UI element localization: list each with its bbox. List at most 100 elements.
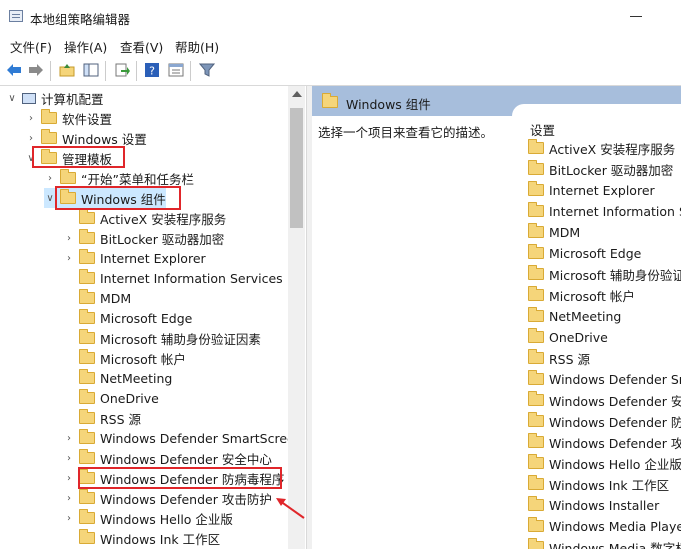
show-hide-tree-icon[interactable]	[82, 61, 100, 79]
toolbar: ?	[0, 56, 681, 86]
toolbar-separator	[50, 61, 51, 81]
tree-item-label: “开始”菜单和任务栏	[81, 171, 194, 187]
tree-scrollbar[interactable]	[288, 86, 305, 549]
settings-list-item[interactable]: NetMeeting	[528, 306, 621, 326]
computer-icon	[22, 92, 36, 104]
settings-list-item[interactable]: Windows Media Player	[528, 516, 681, 536]
folder-icon	[528, 286, 544, 301]
tree-item[interactable]: ∨ 管理模板	[25, 148, 112, 168]
folder-icon	[79, 289, 95, 304]
expand-chevron-icon[interactable]: ›	[63, 253, 75, 264]
folder-icon	[79, 469, 95, 484]
settings-item-label: Windows Ink 工作区	[549, 477, 670, 493]
collapse-chevron-icon[interactable]: ∨	[6, 93, 18, 104]
minimize-button[interactable]	[630, 16, 642, 17]
tree-item[interactable]: Windows Ink 工作区	[63, 528, 220, 548]
back-arrow-icon[interactable]	[5, 61, 23, 79]
forward-arrow-icon[interactable]	[27, 61, 45, 79]
filter-icon[interactable]	[198, 61, 216, 79]
tree-item[interactable]: RSS 源	[63, 408, 141, 428]
collapse-chevron-icon[interactable]: ∨	[44, 193, 56, 204]
folder-icon	[79, 229, 95, 244]
tree-item[interactable]: › Windows Defender 防病毒程序	[63, 468, 284, 488]
expand-chevron-icon[interactable]: ›	[63, 473, 75, 484]
settings-list-item[interactable]: OneDrive	[528, 327, 608, 347]
tree-item-label: MDM	[100, 290, 132, 306]
tree-item[interactable]: Microsoft 辅助身份验证因素	[63, 328, 261, 348]
tree-item[interactable]: › Windows 设置	[25, 128, 147, 148]
tree-item[interactable]: › 软件设置	[25, 108, 112, 128]
tree-item[interactable]: Microsoft 帐户	[63, 348, 186, 368]
settings-list-item[interactable]: MDM	[528, 222, 580, 242]
menu-view[interactable]: 查看(V)	[120, 37, 163, 56]
settings-column-header[interactable]: 设置	[530, 120, 555, 139]
details-pane: Windows 组件 选择一个项目来查看它的描述。 设置 ActiveX 安装程…	[312, 86, 681, 549]
tree-item[interactable]: Microsoft Edge	[63, 308, 192, 328]
tree-item[interactable]: ActiveX 安装程序服务	[63, 208, 226, 228]
expand-chevron-icon[interactable]: ›	[63, 513, 75, 524]
settings-list-item[interactable]: Windows Defender 安全	[528, 390, 681, 410]
tree-item[interactable]: ∨ Windows 组件	[44, 188, 166, 208]
tree-item-label: Windows 设置	[62, 131, 147, 147]
expand-chevron-icon[interactable]: ›	[25, 113, 37, 124]
settings-item-label: Windows Defender 攻击	[549, 435, 681, 451]
collapse-chevron-icon[interactable]: ∨	[25, 153, 37, 164]
tree-item[interactable]: › Windows Defender 攻击防护	[63, 488, 272, 508]
settings-list-item[interactable]: Microsoft Edge	[528, 243, 641, 263]
settings-list-item[interactable]: Windows Media 数字权	[528, 537, 681, 549]
folder-icon	[528, 496, 544, 511]
folder-icon	[528, 139, 544, 154]
settings-list-item[interactable]: BitLocker 驱动器加密	[528, 159, 673, 179]
expand-chevron-icon[interactable]: ›	[44, 173, 56, 184]
expand-chevron-icon[interactable]: ›	[63, 233, 75, 244]
menu-action[interactable]: 操作(A)	[64, 37, 107, 56]
expand-chevron-icon[interactable]: ›	[25, 133, 37, 144]
tree-item-label: OneDrive	[100, 390, 159, 406]
settings-list-item[interactable]: Windows Defender 攻击	[528, 432, 681, 452]
expand-chevron-icon[interactable]: ›	[63, 433, 75, 444]
scroll-thumb[interactable]	[290, 108, 303, 228]
folder-icon	[79, 329, 95, 344]
tree-item[interactable]: › BitLocker 驱动器加密	[63, 228, 224, 248]
settings-list-item[interactable]: Windows Hello 企业版	[528, 453, 681, 473]
tree-item[interactable]: MDM	[63, 288, 131, 308]
settings-list-item[interactable]: Windows Ink 工作区	[528, 474, 669, 494]
folder-icon	[528, 160, 544, 175]
export-list-icon[interactable]	[113, 61, 131, 79]
settings-list-item[interactable]: RSS 源	[528, 348, 590, 368]
tree-item[interactable]: NetMeeting	[63, 368, 172, 388]
tree-item[interactable]: ∨ 计算机配置	[6, 88, 103, 108]
settings-list-item[interactable]: Windows Installer	[528, 495, 659, 515]
tree-item-label: ActiveX 安装程序服务	[100, 211, 227, 227]
settings-list-item[interactable]: Internet Explorer	[528, 180, 655, 200]
tree-item[interactable]: › “开始”菜单和任务栏	[44, 168, 194, 188]
help-icon[interactable]: ?	[143, 61, 161, 79]
menu-file[interactable]: 文件(F)	[10, 37, 52, 56]
settings-item-label: MDM	[549, 224, 581, 240]
up-folder-icon[interactable]	[58, 61, 76, 79]
settings-item-label: Windows Media 数字权	[549, 540, 681, 549]
folder-icon	[528, 433, 544, 448]
settings-list-item[interactable]: Internet Information Se	[528, 201, 681, 221]
scroll-up-arrow-icon[interactable]	[292, 91, 302, 97]
settings-list-item[interactable]: ActiveX 安装程序服务	[528, 138, 675, 158]
settings-list-item[interactable]: Microsoft 帐户	[528, 285, 635, 305]
settings-list-item[interactable]: Microsoft 辅助身份验证	[528, 264, 681, 284]
tree-item[interactable]: OneDrive	[63, 388, 159, 408]
tree-item[interactable]: › Windows Defender 安全中心	[63, 448, 272, 468]
properties-icon[interactable]	[167, 61, 185, 79]
tree-item[interactable]: › Windows Defender SmartScreen	[63, 428, 303, 448]
tree-item-label: Windows Ink 工作区	[100, 531, 221, 547]
tree-item-label: Internet Explorer	[100, 250, 206, 266]
menu-help[interactable]: 帮助(H)	[175, 37, 219, 56]
tree-item[interactable]: › Windows Hello 企业版	[63, 508, 233, 528]
expand-chevron-icon[interactable]: ›	[63, 453, 75, 464]
details-header: Windows 组件	[312, 86, 681, 116]
tree-item[interactable]: Internet Information Services	[63, 268, 283, 288]
tree-item[interactable]: › Internet Explorer	[63, 248, 206, 268]
settings-list-item[interactable]: Windows Defender 防病	[528, 411, 681, 431]
expand-chevron-icon[interactable]: ›	[63, 493, 75, 504]
folder-icon	[41, 109, 57, 124]
settings-list-item[interactable]: Windows Defender Sma	[528, 369, 681, 389]
window-title: 本地组策略编辑器	[30, 12, 131, 27]
